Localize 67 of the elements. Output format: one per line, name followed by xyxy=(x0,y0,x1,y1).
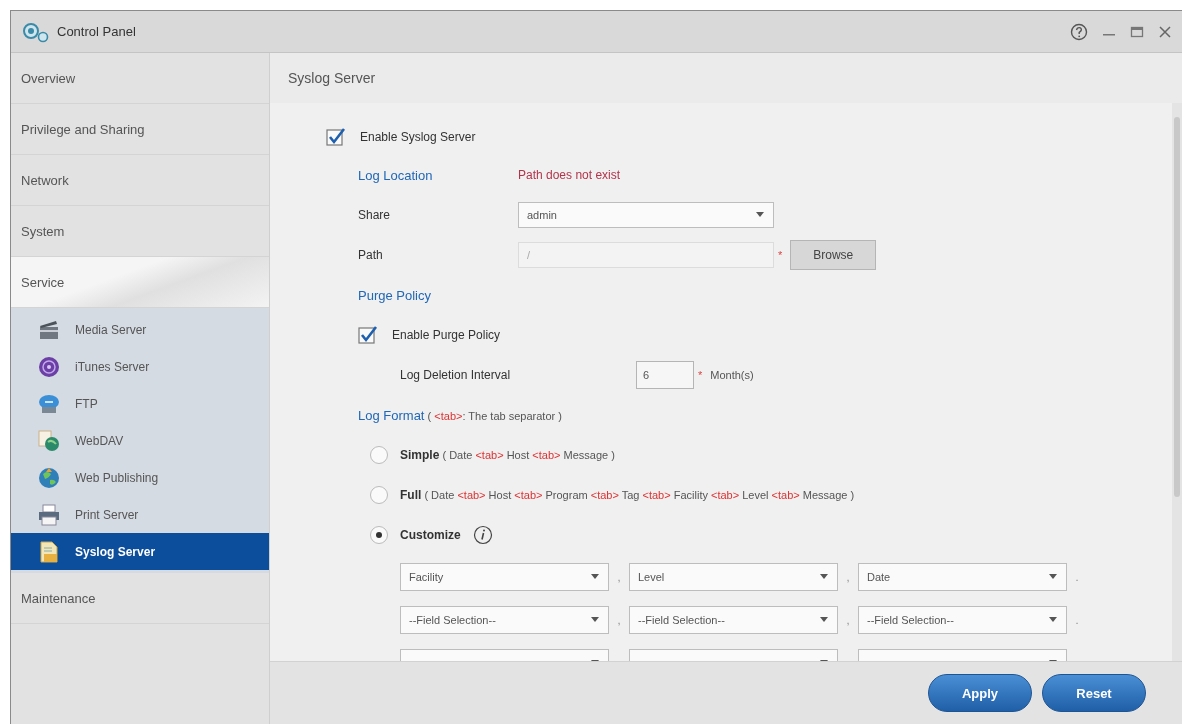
section-title: Syslog Server xyxy=(270,53,1182,103)
radio-button[interactable] xyxy=(370,446,388,464)
caret-icon xyxy=(1048,617,1058,623)
close-icon[interactable] xyxy=(1158,24,1172,39)
sidebar-subitem[interactable]: Print Server xyxy=(11,496,269,533)
field-dropdown[interactable]: Date xyxy=(858,563,1067,591)
info-icon[interactable] xyxy=(472,525,493,545)
scrollbar[interactable] xyxy=(1172,103,1182,661)
sidebar-subitem[interactable]: WebDAV xyxy=(11,422,269,459)
radio-button[interactable] xyxy=(370,486,388,504)
field-dropdown[interactable]: --Field Selection-- xyxy=(400,606,609,634)
checkbox-label: Enable Syslog Server xyxy=(360,130,476,144)
action-button[interactable]: Apply xyxy=(928,674,1032,712)
caret-icon xyxy=(590,574,600,580)
option-label: Customize xyxy=(400,528,461,542)
format-heading: Log Format ( <tab>: The tab separator ) xyxy=(358,407,562,423)
sidebar-item[interactable]: Maintenance xyxy=(11,573,269,624)
sidebar-subitem[interactable]: Media Server xyxy=(11,311,269,348)
option-label: Simple ( Date <tab> Host <tab> Message ) xyxy=(400,448,615,462)
field-dropdown[interactable]: --Field Selection-- xyxy=(629,606,838,634)
sidebar-subitem[interactable]: Web Publishing xyxy=(11,459,269,496)
checkbox[interactable] xyxy=(358,325,378,345)
unit-label: Month(s) xyxy=(710,369,754,381)
caret-icon xyxy=(819,617,829,623)
separator-mark: . xyxy=(1074,571,1080,583)
caret-icon xyxy=(755,212,765,218)
globe-document-icon xyxy=(37,428,61,453)
field-dropdown[interactable]: --Field Selection-- xyxy=(858,606,1067,634)
radio-button[interactable] xyxy=(370,526,388,544)
share-dropdown[interactable]: admin xyxy=(518,202,774,228)
sidebar-item[interactable]: Overview xyxy=(11,53,269,104)
printer-icon xyxy=(37,502,61,527)
separator-mark: , xyxy=(845,614,851,626)
required-mark: * xyxy=(778,249,783,261)
field-dropdown[interactable]: Level xyxy=(629,563,838,591)
field-label: Share xyxy=(358,208,392,222)
globe-icon xyxy=(37,465,61,490)
sidebar-subitem[interactable]: Syslog Server xyxy=(11,533,269,570)
section-heading: Log Location xyxy=(358,167,434,183)
field-label: Path xyxy=(358,248,384,262)
sidebar-item[interactable]: Service xyxy=(11,257,269,308)
error-message: Path does not exist xyxy=(518,168,621,182)
checkbox-label: Enable Purge Policy xyxy=(392,328,501,342)
field-label: Log Deletion Interval xyxy=(400,368,512,382)
help-icon[interactable] xyxy=(1070,22,1088,41)
separator-mark: , xyxy=(616,614,622,626)
sidebar-subitem[interactable]: FTP xyxy=(11,385,269,422)
sidebar-item[interactable]: Privilege and Sharing xyxy=(11,104,269,155)
music-disc-icon xyxy=(37,354,61,379)
caret-icon xyxy=(590,617,600,623)
window-title: Control Panel xyxy=(57,24,137,39)
required-mark: * xyxy=(698,369,703,381)
separator-mark: , xyxy=(845,571,851,583)
field-dropdown[interactable]: Facility xyxy=(400,563,609,591)
separator-mark: , xyxy=(616,571,622,583)
document-icon xyxy=(37,539,61,564)
option-label: Full ( Date <tab> Host <tab> Program <tab> Tag <tab> Facility <tab> Level <tab> Message ) xyxy=(400,488,855,502)
checkbox[interactable] xyxy=(326,127,346,147)
sidebar-item[interactable]: Network xyxy=(11,155,269,206)
caret-icon xyxy=(1048,574,1058,580)
maximize-icon[interactable] xyxy=(1130,24,1144,39)
sidebar-subitem[interactable]: iTunes Server xyxy=(11,348,269,385)
separator-mark: . xyxy=(1074,614,1080,626)
caret-icon xyxy=(819,574,829,580)
action-button[interactable]: Reset xyxy=(1042,674,1146,712)
interval-field[interactable]: 6 xyxy=(636,361,694,389)
section-heading: Purge Policy xyxy=(358,287,431,303)
